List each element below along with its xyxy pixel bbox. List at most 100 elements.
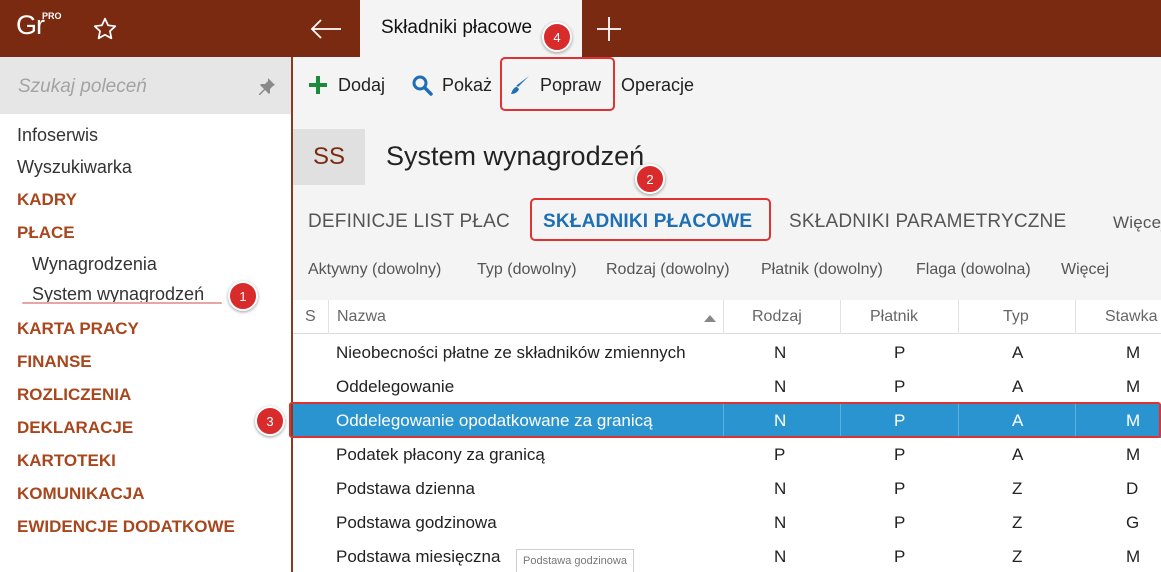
cell-stawka: G [1126,513,1140,532]
annotation-badge-3: 3 [255,406,285,436]
plus-icon [597,16,621,41]
top-bar: Gr PRO Składniki płacowe [0,0,1161,57]
cell-nazwa: Podstawa miesięczna [336,547,501,566]
cell-stawka: M [1126,377,1141,396]
table-row[interactable]: Oddelegowanie N P A M [293,370,1161,404]
favorites-button[interactable] [70,0,140,57]
tab-skladniki-parametryczne[interactable]: SKŁADNIKI PARAMETRYCZNE [789,211,1066,233]
sidebar-item-kadry[interactable]: KADRY [17,190,77,210]
sidebar-item-deklaracje[interactable]: DEKLARACJE [17,418,133,438]
filter-bar: Aktywny (dowolny) Typ (dowolny) Rodzaj (… [293,257,1161,283]
show-button[interactable]: Pokaż [411,69,492,101]
cell-platnik: P [894,445,906,464]
tab-more[interactable]: Więcej [1113,213,1161,233]
sidebar-item-finanse[interactable]: FINANSE [17,352,92,372]
cell-platnik: P [894,479,906,498]
tooltip: Podstawa godzinowa [516,549,634,572]
column-header-nazwa[interactable]: Nazwa [337,308,386,326]
sort-ascending-icon [704,315,716,322]
cell-stawka: M [1126,445,1141,464]
annotation-badge-1: 1 [228,281,258,311]
cell-platnik: P [894,513,906,532]
sidebar-item-komunikacja[interactable]: KOMUNIKACJA [17,484,145,504]
cell-stawka: M [1126,547,1141,566]
app-logo[interactable]: Gr PRO [0,0,70,57]
toolbar: Dodaj Pokaż Popraw Operacje [293,57,1161,113]
search-icon [412,75,433,96]
cell-stawka: D [1126,479,1139,498]
cell-typ: Z [1012,479,1023,498]
column-separator [328,300,329,334]
cell-rodzaj: P [774,445,786,464]
cell-typ: A [1012,377,1024,396]
sidebar-item-place[interactable]: PŁACE [17,223,75,243]
column-header-s[interactable]: S [305,308,316,326]
filter-more[interactable]: Więcej [1061,261,1109,279]
column-header-stawka[interactable]: Stawka [1105,308,1157,326]
sidebar-item-wyszukiwarka[interactable]: Wyszukiwarka [17,157,132,178]
sidebar-item-ewidencje-dodatkowe[interactable]: EWIDENCJE DODATKOWE [17,517,235,537]
cell-typ: Z [1012,513,1023,532]
cell-stawka: M [1126,343,1141,362]
filter-flaga[interactable]: Flaga (dowolna) [916,261,1031,279]
column-separator [958,300,959,334]
grid-header: S Nazwa Rodzaj Płatnik Typ Stawka [293,300,1161,334]
sidebar-item-kartoteki[interactable]: KARTOTEKI [17,451,116,471]
page-title: System wynagrodzeń [386,141,645,171]
cell-typ: A [1012,445,1024,464]
filter-typ[interactable]: Typ (dowolny) [477,261,577,279]
operations-button[interactable]: Operacje [621,69,694,101]
sidebar-item-karta-pracy[interactable]: KARTA PRACY [17,319,139,339]
cell-rodzaj: N [774,513,787,532]
tab-title: Składniki płacowe [381,17,533,38]
annotation-badge-4: 4 [542,22,572,52]
filter-platnik[interactable]: Płatnik (dowolny) [761,261,883,279]
filter-rodzaj[interactable]: Rodzaj (dowolny) [606,261,730,279]
cell-nazwa: Podstawa dzienna [336,479,475,498]
module-badge: SS [293,129,365,185]
new-tab-button[interactable] [584,0,634,57]
sidebar: Infoserwis Wyszukiwarka KADRY PŁACE Wyna… [0,57,291,572]
table-row[interactable]: Podstawa dzienna N P Z D [293,472,1161,506]
highlight-edit-button [500,57,615,111]
logo-text: Gr [16,10,45,40]
column-separator [723,300,724,334]
cell-platnik: P [894,343,906,362]
cell-rodzaj: N [774,547,787,566]
sidebar-item-infoserwis[interactable]: Infoserwis [17,125,98,146]
highlight-skladniki-tab [530,198,771,241]
arrow-left-icon [310,18,341,39]
cell-typ: A [1012,343,1024,362]
logo-pro-badge: PRO [42,11,62,21]
column-header-platnik[interactable]: Płatnik [870,308,918,326]
table-row[interactable]: Podatek płacony za granicą P P A M [293,438,1161,472]
add-button-label: Dodaj [338,74,386,95]
cell-typ: Z [1012,547,1023,566]
highlight-underline [22,302,222,304]
main-panel: Dodaj Pokaż Popraw Operacje SS System wy… [293,57,1161,572]
column-header-typ[interactable]: Typ [1003,308,1029,326]
cell-platnik: P [894,377,906,396]
cell-rodzaj: N [774,479,787,498]
add-button[interactable]: Dodaj [307,69,385,101]
column-separator [1075,300,1076,334]
table-row[interactable]: Podstawa godzinowa N P Z G [293,506,1161,540]
command-search-input[interactable] [18,75,248,99]
star-icon [93,17,117,39]
cell-nazwa: Oddelegowanie [336,377,455,396]
cell-platnik: P [894,547,906,566]
filter-aktywny[interactable]: Aktywny (dowolny) [308,261,441,279]
pin-icon[interactable] [256,77,276,97]
table-row[interactable]: Nieobecności płatne ze składników zmienn… [293,336,1161,370]
sidebar-item-wynagrodzenia[interactable]: Wynagrodzenia [32,254,157,275]
sidebar-item-rozliczenia[interactable]: ROZLICZENIA [17,385,131,405]
tab-definicje-list-plac[interactable]: DEFINICJE LIST PŁAC [308,211,510,233]
table-row[interactable]: Podstawa miesięczna Podstawa godzinowa N… [293,540,1161,572]
cell-rodzaj: N [774,377,787,396]
column-separator [840,300,841,334]
column-header-rodzaj[interactable]: Rodzaj [752,308,802,326]
highlight-selected-row [289,402,1161,438]
cell-nazwa: Podatek płacony za granicą [336,445,545,464]
show-button-label: Pokaż [442,74,493,95]
back-button[interactable] [292,0,360,57]
